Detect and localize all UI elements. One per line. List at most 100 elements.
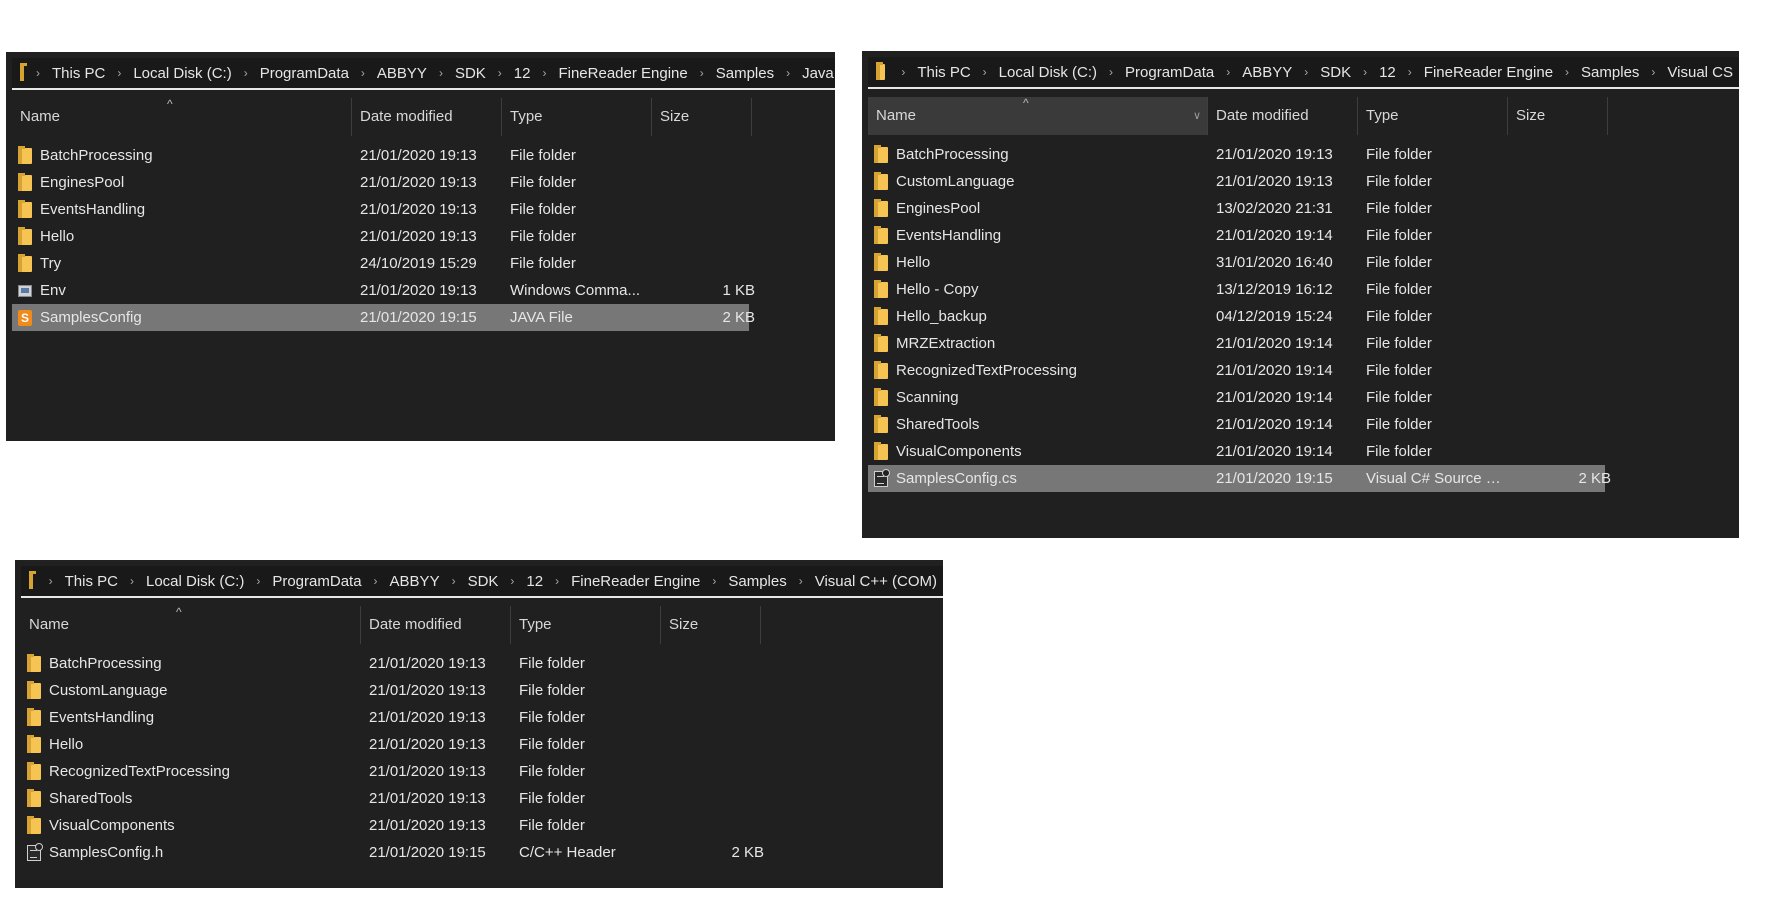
column-name-header[interactable]: Name ^ [21, 605, 361, 644]
file-row[interactable]: SamplesConfig.h 21/01/2020 19:15 C/C++ Hea… [21, 839, 764, 866]
file-row[interactable]: RecognizedTextProcessing 21/01/2020 19:14… [868, 357, 1605, 384]
chevron-right-icon[interactable]: › [1103, 65, 1119, 79]
chevron-right-icon[interactable]: › [706, 574, 722, 588]
breadcrumb-item[interactable]: 12 [1373, 64, 1402, 81]
breadcrumb-item[interactable]: SDK [1314, 64, 1357, 81]
breadcrumb-item[interactable]: Local Disk (C:) [127, 65, 237, 82]
sort-ascending-icon: ^ [1023, 96, 1029, 110]
chevron-right-icon[interactable]: › [1357, 65, 1373, 79]
chevron-right-icon[interactable]: › [549, 574, 565, 588]
chevron-right-icon[interactable]: › [694, 66, 710, 80]
breadcrumb-item[interactable]: Samples [722, 573, 792, 590]
column-date-header[interactable]: Date modified [361, 606, 511, 644]
address-bar[interactable]: › This PC › Local Disk (C:) › ProgramData › ABB… [21, 566, 943, 598]
chevron-right-icon[interactable]: › [1559, 65, 1575, 79]
breadcrumb-item[interactable]: ProgramData [266, 573, 367, 590]
breadcrumb-item[interactable]: Visual C++ (COM) [809, 573, 943, 590]
column-size-header[interactable]: Size [652, 98, 752, 136]
chevron-right-icon[interactable]: › [1220, 65, 1236, 79]
file-row[interactable]: Hello_backup 04/12/2019 15:24 File folder [868, 303, 1605, 330]
chevron-right-icon[interactable]: › [780, 66, 796, 80]
chevron-right-icon[interactable]: › [433, 66, 449, 80]
breadcrumb-item[interactable]: SDK [462, 573, 505, 590]
file-row[interactable]: EventsHandling 21/01/2020 19:13 File folde… [21, 704, 758, 731]
chevron-right-icon[interactable]: › [895, 65, 911, 79]
column-type-header[interactable]: Type [502, 98, 652, 136]
file-row[interactable]: EnginesPool 21/01/2020 19:13 File folder [12, 169, 749, 196]
chevron-right-icon[interactable]: › [368, 574, 384, 588]
column-name-header[interactable]: Name ^ [12, 97, 352, 136]
breadcrumb-item[interactable]: FineReader Engine [552, 65, 693, 82]
file-row[interactable]: Hello 21/01/2020 19:13 File folder [12, 223, 749, 250]
breadcrumb-item[interactable]: This PC [911, 64, 976, 81]
breadcrumb-item[interactable]: FineReader Engine [1418, 64, 1559, 81]
chevron-right-icon[interactable]: › [124, 574, 140, 588]
file-row[interactable]: Scanning 21/01/2020 19:14 File folder [868, 384, 1605, 411]
file-row[interactable]: SharedTools 21/01/2020 19:13 File folder [21, 785, 758, 812]
file-row[interactable]: SamplesConfig.cs 21/01/2020 19:15 Visual C… [868, 465, 1611, 492]
column-type-header[interactable]: Type [511, 606, 661, 644]
column-size-header[interactable]: Size [661, 606, 761, 644]
file-row[interactable]: SharedTools 21/01/2020 19:14 File folder [868, 411, 1605, 438]
breadcrumb-item[interactable]: This PC [59, 573, 124, 590]
file-row[interactable]: Env 21/01/2020 19:13 Windows Comma... 1 KB [12, 277, 755, 304]
file-row[interactable]: EventsHandling 21/01/2020 19:13 File folde… [12, 196, 749, 223]
breadcrumb-item[interactable]: Samples [1575, 64, 1645, 81]
chevron-right-icon[interactable]: › [1298, 65, 1314, 79]
chevron-right-icon[interactable]: › [536, 66, 552, 80]
address-bar[interactable]: › This PC › Local Disk (C:) › ProgramData › ABB… [868, 57, 1739, 89]
file-row[interactable]: BatchProcessing 21/01/2020 19:13 File fold… [868, 141, 1605, 168]
file-row[interactable]: EnginesPool 13/02/2020 21:31 File folder [868, 195, 1605, 222]
file-name: SamplesConfig.cs [896, 470, 1017, 487]
column-date-header[interactable]: Date modified [1208, 97, 1358, 135]
file-row[interactable]: Hello - Copy 13/12/2019 16:12 File folder [868, 276, 1605, 303]
file-row[interactable]: Try 24/10/2019 15:29 File folder [12, 250, 749, 277]
file-row[interactable]: VisualComponents 21/01/2020 19:13 File fol… [21, 812, 758, 839]
breadcrumb-item[interactable]: Local Disk (C:) [140, 573, 250, 590]
chevron-right-icon[interactable]: › [30, 66, 46, 80]
chevron-right-icon[interactable]: › [111, 66, 127, 80]
column-type-header[interactable]: Type [1358, 97, 1508, 135]
breadcrumb-item[interactable]: ABBYY [371, 65, 433, 82]
chevron-right-icon[interactable]: › [504, 574, 520, 588]
chevron-right-icon[interactable]: › [238, 66, 254, 80]
breadcrumb-item[interactable]: SDK [449, 65, 492, 82]
column-date-header[interactable]: Date modified [352, 98, 502, 136]
chevron-right-icon[interactable]: › [446, 574, 462, 588]
address-bar[interactable]: › This PC › Local Disk (C:) › ProgramData › ABB… [12, 58, 835, 90]
breadcrumb-item[interactable]: ABBYY [384, 573, 446, 590]
file-row[interactable]: VisualComponents 21/01/2020 19:14 File fol… [868, 438, 1605, 465]
file-row[interactable]: Hello 21/01/2020 19:13 File folder [21, 731, 758, 758]
chevron-down-icon[interactable]: ∨ [1193, 97, 1201, 135]
chevron-right-icon[interactable]: › [977, 65, 993, 79]
breadcrumb-item[interactable]: FineReader Engine [565, 573, 706, 590]
breadcrumb-item[interactable]: Java [796, 65, 835, 82]
file-row[interactable]: BatchProcessing 21/01/2020 19:13 File fold… [21, 650, 758, 677]
chevron-right-icon[interactable]: › [250, 574, 266, 588]
chevron-right-icon[interactable]: › [793, 574, 809, 588]
breadcrumb-item[interactable]: 12 [520, 573, 549, 590]
file-row[interactable]: CustomLanguage 21/01/2020 19:13 File folde… [21, 677, 758, 704]
breadcrumb-item[interactable]: 12 [508, 65, 537, 82]
file-row[interactable]: Hello 31/01/2020 16:40 File folder [868, 249, 1605, 276]
file-row[interactable]: CustomLanguage 21/01/2020 19:13 File folde… [868, 168, 1605, 195]
breadcrumb-item[interactable]: ProgramData [1119, 64, 1220, 81]
breadcrumb-item[interactable]: This PC [46, 65, 111, 82]
breadcrumb-item[interactable]: Samples [710, 65, 780, 82]
file-row[interactable]: MRZExtraction 21/01/2020 19:14 File folder [868, 330, 1605, 357]
chevron-right-icon[interactable]: › [1645, 65, 1661, 79]
breadcrumb-item[interactable]: ProgramData [254, 65, 355, 82]
breadcrumb-item[interactable]: Visual CS [1661, 64, 1739, 81]
file-row[interactable]: EventsHandling 21/01/2020 19:14 File folde… [868, 222, 1605, 249]
chevron-right-icon[interactable]: › [43, 574, 59, 588]
breadcrumb-item[interactable]: ABBYY [1236, 64, 1298, 81]
column-name-header[interactable]: Name ^ ∨ [868, 96, 1208, 135]
breadcrumb-item[interactable]: Local Disk (C:) [993, 64, 1103, 81]
chevron-right-icon[interactable]: › [1402, 65, 1418, 79]
chevron-right-icon[interactable]: › [355, 66, 371, 80]
file-row[interactable]: BatchProcessing 21/01/2020 19:13 File fold… [12, 142, 749, 169]
file-row[interactable]: S SamplesConfig 21/01/2020 19:15 JAVA File 2… [12, 304, 755, 331]
column-size-header[interactable]: Size [1508, 97, 1608, 135]
file-row[interactable]: RecognizedTextProcessing 21/01/2020 19:13… [21, 758, 758, 785]
chevron-right-icon[interactable]: › [492, 66, 508, 80]
